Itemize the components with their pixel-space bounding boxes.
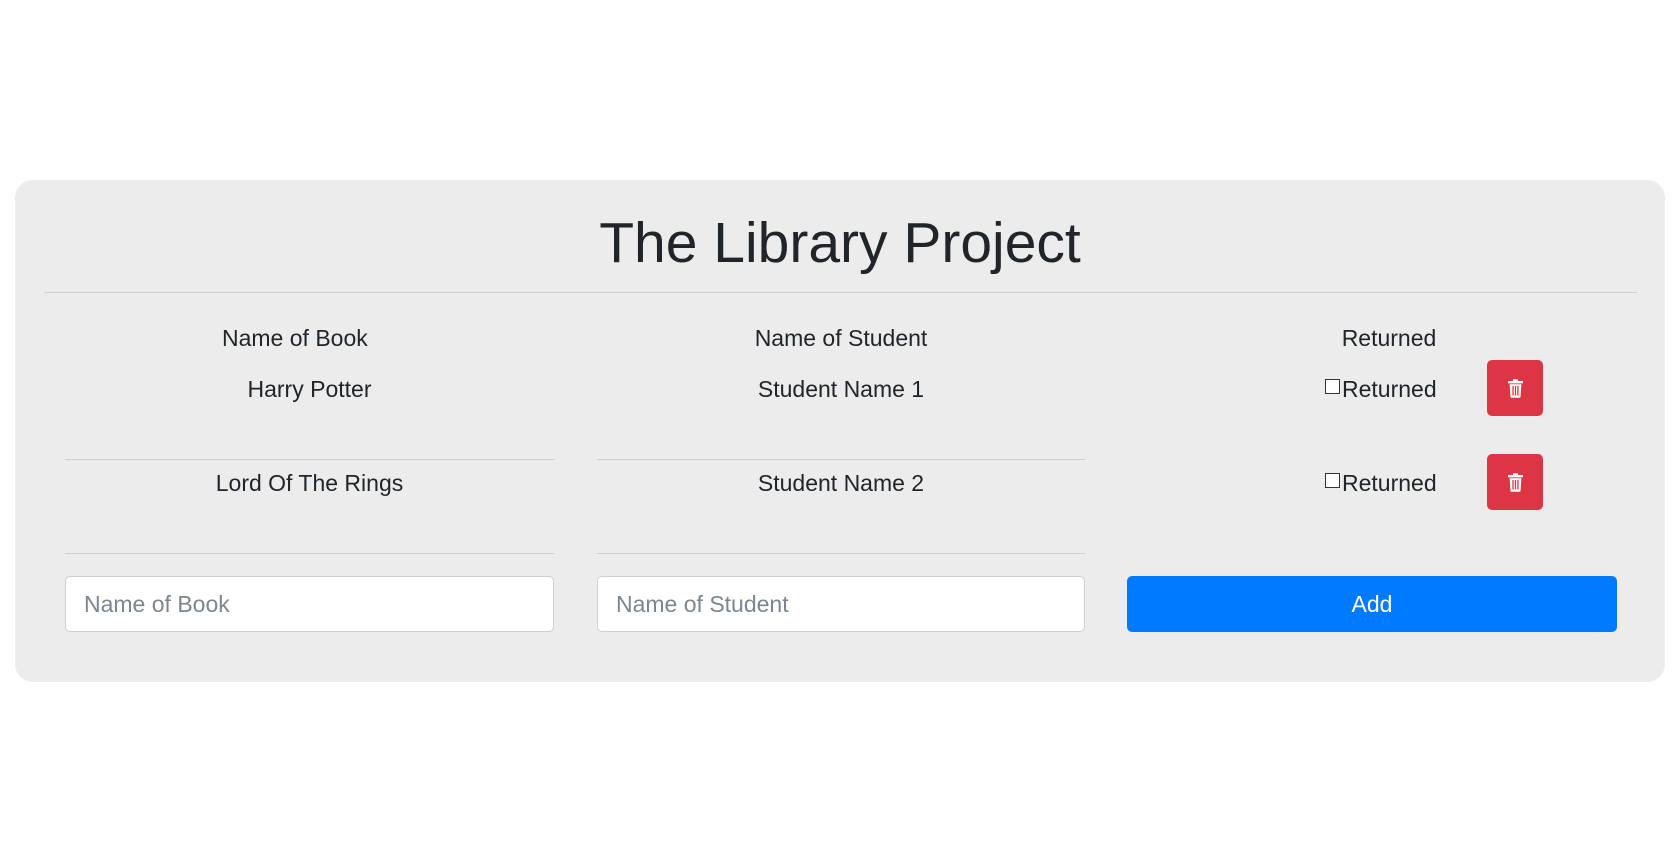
student-column: Name of Student Student Name 1 Student N…	[597, 310, 1085, 554]
book-column: Name of Book Harry Potter Lord Of The Ri…	[65, 310, 554, 554]
returned-column-header: Returned	[1341, 325, 1437, 351]
title-divider	[44, 292, 1637, 293]
delete-button[interactable]	[1487, 454, 1543, 510]
table-row-student-cell: Student Name 1	[597, 366, 1085, 460]
book-name-input[interactable]	[65, 576, 554, 632]
returned-checkbox[interactable]	[1325, 378, 1340, 394]
returned-label-text: Returned	[1342, 376, 1437, 402]
page: The Library Project Name of Book Harry P…	[0, 0, 1679, 861]
returned-checkbox-label[interactable]: Returned	[1325, 374, 1437, 404]
page-title: The Library Project	[599, 211, 1081, 275]
library-card: The Library Project Name of Book Harry P…	[15, 180, 1665, 682]
returned-label-text: Returned	[1342, 470, 1437, 496]
add-button[interactable]: Add	[1127, 576, 1617, 632]
book-column-header: Name of Book	[222, 325, 368, 351]
returned-column: Returned Returned Returned	[1127, 310, 1617, 554]
table-row-book-cell: Harry Potter	[65, 366, 554, 460]
student-name-input[interactable]	[597, 576, 1085, 632]
table-row-student-cell: Student Name 2	[597, 460, 1085, 554]
delete-button[interactable]	[1487, 360, 1543, 416]
returned-checkbox[interactable]	[1325, 472, 1340, 488]
table-row-book-cell: Lord Of The Rings	[65, 460, 554, 554]
returned-checkbox-label[interactable]: Returned	[1325, 468, 1437, 498]
student-column-header: Name of Student	[754, 325, 928, 351]
trash-icon	[1507, 472, 1523, 492]
trash-icon	[1507, 378, 1523, 398]
table-row-returned-cell: Returned	[1127, 454, 1617, 554]
table-row-returned-cell: Returned	[1127, 360, 1617, 460]
